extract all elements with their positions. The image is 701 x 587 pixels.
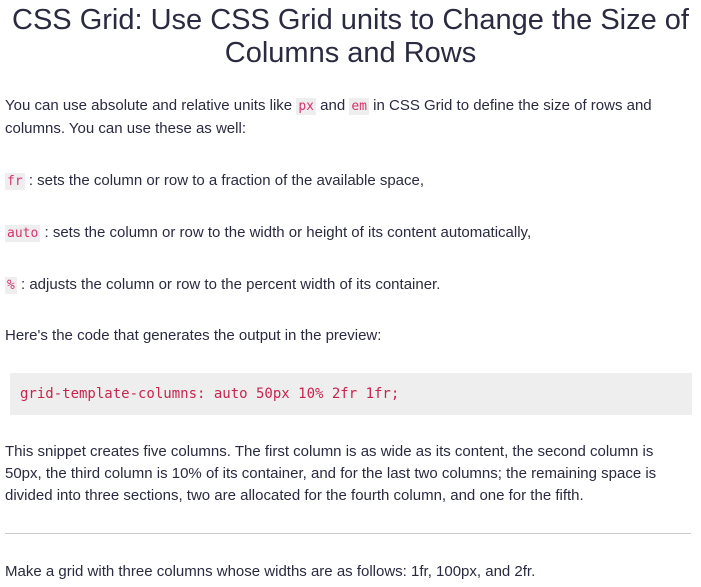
unit-percent-description: : adjusts the column or row to the perce… bbox=[21, 276, 441, 293]
code-px: px bbox=[296, 98, 316, 115]
code-percent: % bbox=[5, 277, 17, 294]
explanation-paragraph: This snippet creates five columns. The f… bbox=[5, 443, 657, 504]
unit-auto-paragraph: auto : sets the column or row to the wid… bbox=[5, 222, 691, 245]
title-line-1: CSS Grid: Use CSS Grid units to Change t… bbox=[12, 4, 689, 36]
divider bbox=[5, 533, 691, 534]
unit-fr-description: : sets the column or row to a fraction o… bbox=[28, 172, 425, 189]
code-fr: fr bbox=[5, 173, 25, 190]
intro-text-2: and bbox=[315, 97, 350, 114]
challenge-description: CSS Grid: Use CSS Grid units to Change t… bbox=[0, 0, 701, 587]
intro-paragraph: You can use absolute and relative units … bbox=[5, 95, 691, 140]
task-instructions: Make a grid with three columns whose wid… bbox=[5, 563, 536, 580]
page-title: CSS Grid: Use CSS Grid units to Change t… bbox=[0, 4, 701, 70]
code-auto: auto bbox=[5, 225, 41, 242]
code-block: grid-template-columns: auto 50px 10% 2fr… bbox=[10, 373, 692, 415]
unit-fr-paragraph: fr : sets the column or row to a fractio… bbox=[5, 170, 691, 193]
code-em: em bbox=[349, 98, 369, 115]
intro-text-1: You can use absolute and relative units … bbox=[5, 97, 297, 114]
title-line-2: Columns and Rows bbox=[224, 37, 477, 69]
code-snippet: grid-template-columns: auto 50px 10% 2fr… bbox=[20, 386, 400, 402]
preview-intro-text: Here's the code that generates the outpu… bbox=[5, 327, 382, 344]
unit-percent-paragraph: % : adjusts the column or row to the per… bbox=[5, 274, 691, 297]
unit-auto-description: : sets the column or row to the width or… bbox=[44, 224, 532, 241]
